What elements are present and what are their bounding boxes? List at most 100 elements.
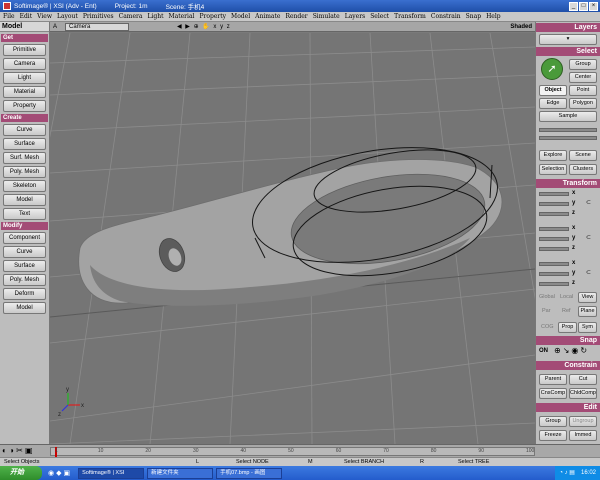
select-polygon-button[interactable]: Polygon [569,98,597,109]
scale-z-field[interactable] [539,212,569,216]
scene-button[interactable]: Scene [569,150,597,161]
rotate-x-label[interactable]: x [572,225,575,231]
viewport-canvas[interactable]: x y z [50,33,535,444]
select-filter-slider-2[interactable] [539,136,597,140]
select-filter-slider[interactable] [539,128,597,132]
select-arrow-icon[interactable]: ➚ [541,58,563,80]
edit-ungroup-button[interactable]: Ungroup [569,416,597,427]
selection-button[interactable]: Selection [539,164,567,175]
modify-curve-button[interactable]: Curve [3,246,46,258]
modify-surface-button[interactable]: Surface [3,260,46,272]
menu-layers[interactable]: Layers [345,13,365,20]
task-paint[interactable]: 手机07.bmp - 画图 [216,467,283,479]
transform-par-toggle[interactable]: Par [542,308,551,314]
create-curve-button[interactable]: Curve [3,124,46,136]
timeline-ruler[interactable]: 1 10 20 30 40 50 60 70 80 90 100 [50,447,535,457]
select-center-button[interactable]: Center [569,72,597,83]
menu-edit[interactable]: Edit [20,13,33,20]
menu-light[interactable]: Light [147,13,163,20]
get-property-button[interactable]: Property [3,100,46,112]
minimize-button[interactable]: _ [569,1,578,11]
snap-option-icons[interactable]: ⊕↘◉↻ [554,346,589,355]
menu-simulate[interactable]: Simulate [313,13,340,20]
transform-sym-button[interactable]: Sym [578,322,597,333]
rotate-z-label[interactable]: z [572,245,575,251]
select-point-button[interactable]: Point [569,85,597,96]
maximize-button[interactable]: □ [579,1,588,11]
select-edge-button[interactable]: Edge [539,98,567,109]
create-text-button[interactable]: Text [3,208,46,220]
constrain-chldcomp-button[interactable]: ChldComp [569,388,597,399]
layers-dropdown[interactable]: ▾ [539,34,597,45]
create-poly-mesh-button[interactable]: Poly. Mesh [3,166,46,178]
translate-x-field[interactable] [539,262,569,266]
edit-freeze-button[interactable]: Freeze [539,430,567,441]
clusters-button[interactable]: Clusters [569,164,597,175]
start-button[interactable]: 开始 [0,466,42,480]
phone-shell-mesh[interactable] [78,159,503,306]
transform-prop-button[interactable]: Prop [558,322,577,333]
transform-view-button[interactable]: View [578,292,597,303]
modify-poly-mesh-button[interactable]: Poly. Mesh [3,274,46,286]
menu-constrain[interactable]: Constrain [431,13,461,20]
translate-y-field[interactable] [539,272,569,276]
menu-help[interactable]: Help [486,13,501,20]
playback-mode-icons[interactable]: ◐ ◑ ✂ ▣ [2,446,33,455]
viewport-nav-icons[interactable]: ◀ ▶ ⊕ ✋ x y z [177,23,231,30]
scale-y-field[interactable] [539,202,569,206]
constrain-cnscomp-button[interactable]: CnsComp [539,388,567,399]
rotate-x-field[interactable] [539,227,569,231]
menu-snap[interactable]: Snap [466,13,481,20]
modify-deform-button[interactable]: Deform [3,288,46,300]
scale-x-label[interactable]: x [572,190,575,196]
modify-model-button[interactable]: Model [3,302,46,314]
menu-camera[interactable]: Camera [119,13,143,20]
create-model-button[interactable]: Model [3,194,46,206]
task-new-folder[interactable]: 新建文件夹 [147,467,214,479]
create-surface-button[interactable]: Surface [3,138,46,150]
edit-group-button[interactable]: Group [539,416,567,427]
close-button[interactable]: × [589,1,598,11]
module-selector[interactable]: Model [0,22,49,32]
scale-lock-icon[interactable]: ⊂ [586,199,591,206]
edit-immed-button[interactable]: Immed [569,430,597,441]
constrain-cut-button[interactable]: Cut [569,374,597,385]
translate-lock-icon[interactable]: ⊂ [586,269,591,276]
viewport-letter-a[interactable]: A [53,24,57,30]
scale-z-label[interactable]: z [572,210,575,216]
transform-plane-button[interactable]: Plane [578,306,597,317]
translate-z-label[interactable]: z [572,280,575,286]
get-light-button[interactable]: Light [3,72,46,84]
translate-y-label[interactable]: y [572,270,575,276]
create-surf-mesh-button[interactable]: Surf. Mesh [3,152,46,164]
transform-ref-toggle[interactable]: Ref [562,308,571,314]
snap-on-toggle[interactable]: ON [539,348,548,354]
translate-x-label[interactable]: x [572,260,575,266]
menu-layout[interactable]: Layout [57,13,78,20]
create-skeleton-button[interactable]: Skeleton [3,180,46,192]
scale-y-label[interactable]: y [572,200,575,206]
menu-primitives[interactable]: Primitives [83,13,114,20]
modify-component-button[interactable]: Component [3,232,46,244]
get-primitive-button[interactable]: Primitive [3,44,46,56]
rotate-lock-icon[interactable]: ⊂ [586,234,591,241]
constrain-parent-button[interactable]: Parent [539,374,567,385]
transform-global-toggle[interactable]: Global [539,294,555,300]
translate-z-field[interactable] [539,282,569,286]
camera-view-dropdown[interactable]: Camera [65,22,130,31]
get-material-button[interactable]: Material [3,86,46,98]
select-sample-button[interactable]: Sample [539,111,597,122]
transform-local-toggle[interactable]: Local [560,294,573,300]
select-object-button[interactable]: Object [539,85,567,96]
menu-animate[interactable]: Animate [255,13,280,20]
rotate-y-label[interactable]: y [572,235,575,241]
menu-select[interactable]: Select [370,13,389,20]
menu-transform[interactable]: Transform [394,13,426,20]
rotate-y-field[interactable] [539,237,569,241]
menu-render[interactable]: Render [285,13,307,20]
shading-mode-dropdown[interactable]: Shaded [510,24,532,30]
menu-property[interactable]: Property [199,13,226,20]
get-camera-button[interactable]: Camera [3,58,46,70]
transform-cog-toggle[interactable]: COG [541,324,554,330]
explore-button[interactable]: Explore [539,150,567,161]
